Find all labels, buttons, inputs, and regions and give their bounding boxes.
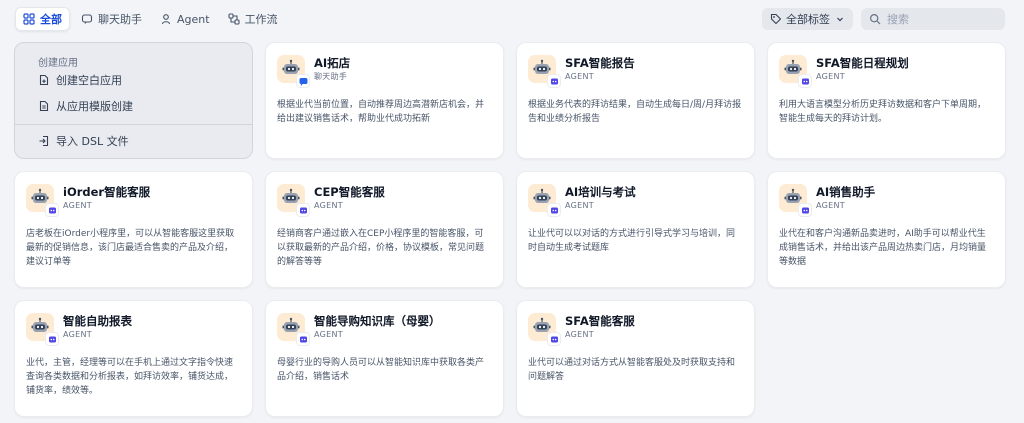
app-card[interactable]: SFA智能报告 AGENT 根据业务代表的拜访结果，自动生成每日/周/月拜访报告… xyxy=(516,42,755,159)
option-label: 从应用模版创建 xyxy=(56,100,133,113)
tag-filter-label: 全部标签 xyxy=(786,13,830,26)
app-description: 母婴行业的导购人员可以从智能知识库中获取各类产品介绍，销售话术 xyxy=(277,358,485,382)
app-name: CEP智能客服 xyxy=(314,185,385,199)
template-icon xyxy=(38,100,50,112)
create-app-title: 创建应用 xyxy=(38,58,78,69)
option-label: 创建空白应用 xyxy=(56,74,122,87)
app-name: 智能自助报表 xyxy=(63,314,132,328)
avatar xyxy=(528,55,560,87)
tab-all[interactable]: 全部 xyxy=(15,7,70,31)
app-type: AGENT xyxy=(565,72,594,81)
app-type: AGENT xyxy=(314,330,343,339)
app-name: SFA智能客服 xyxy=(565,314,635,328)
app-type: AGENT xyxy=(314,201,343,210)
app-card[interactable]: 智能导购知识库（母婴） AGENT 母婴行业的导购人员可以从智能知识库中获取各类… xyxy=(265,300,504,417)
app-description: 业代，主管，经理等可以在手机上通过文字指令快速查询各类数据和分析报表，如拜访效率… xyxy=(26,358,234,396)
app-card[interactable]: AI销售助手 AGENT 业代在和客户沟通新品卖进时，AI助手可以帮业代生成销售… xyxy=(767,171,1006,288)
agent-badge-icon xyxy=(799,75,811,87)
tab-label: 聊天助手 xyxy=(98,13,142,26)
app-description: 根据业代当前位置，自动推荐周边高潜新店机会，并给出建议销售话术，帮助业代成功拓新 xyxy=(277,100,485,124)
grid-icon xyxy=(23,13,35,25)
avatar xyxy=(277,184,309,216)
search-icon xyxy=(869,13,881,25)
chevron-down-icon xyxy=(835,14,845,24)
agent-badge-icon xyxy=(799,204,811,216)
app-type: AGENT xyxy=(816,201,845,210)
tag-icon xyxy=(770,13,782,25)
create-app-panel: 创建应用 创建空白应用 从应用模版创建 导入 DSL 文件 xyxy=(14,42,253,159)
avatar xyxy=(779,184,811,216)
app-description: 店老板在iOrder小程序里，可以从智能客服这里获取最新的促销信息，该门店最适合… xyxy=(26,229,235,267)
workflow-icon xyxy=(228,13,240,25)
app-card[interactable]: AI拓店 聊天助手 根据业代当前位置，自动推荐周边高潜新店机会，并给出建议销售话… xyxy=(265,42,504,159)
avatar xyxy=(26,184,58,216)
app-card[interactable]: iOrder智能客服 AGENT 店老板在iOrder小程序里，可以从智能客服这… xyxy=(14,171,253,288)
agent-badge-icon xyxy=(297,204,309,216)
app-name: AI拓店 xyxy=(314,56,351,70)
search-input[interactable] xyxy=(887,12,997,26)
avatar xyxy=(528,313,560,345)
app-name: SFA智能日程规划 xyxy=(816,56,909,70)
app-card[interactable]: SFA智能日程规划 AGENT 利用大语言模型分析历史拜访数据和客户下单周期，智… xyxy=(767,42,1006,159)
app-description: 业代可以通过对话方式从智能客服处及时获取支持和问题解答 xyxy=(528,358,736,382)
app-type: AGENT xyxy=(816,72,845,81)
option-label: 导入 DSL 文件 xyxy=(56,135,129,148)
app-type: AGENT xyxy=(565,201,594,210)
chat-icon xyxy=(81,13,93,25)
app-type: 聊天助手 xyxy=(314,72,348,81)
app-name: AI培训与考试 xyxy=(565,185,636,199)
tab-agent[interactable]: Agent xyxy=(153,7,217,31)
avatar xyxy=(528,184,560,216)
agent-icon xyxy=(160,13,172,25)
avatar xyxy=(779,55,811,87)
app-description: 根据业务代表的拜访结果，自动生成每日/周/月拜访报告和业绩分析报告 xyxy=(528,100,742,124)
agent-badge-icon xyxy=(548,204,560,216)
app-type: AGENT xyxy=(63,330,92,339)
app-name: AI销售助手 xyxy=(816,185,876,199)
divider xyxy=(15,124,252,125)
agent-badge-icon xyxy=(548,75,560,87)
tab-label: 全部 xyxy=(40,13,62,26)
app-name: 智能导购知识库（母婴） xyxy=(314,314,441,328)
search-box[interactable] xyxy=(861,8,1005,30)
tab-label: 工作流 xyxy=(244,13,278,26)
app-description: 利用大语言模型分析历史拜访数据和客户下单周期，智能生成每天的拜访计划。 xyxy=(779,100,987,124)
agent-badge-icon xyxy=(548,333,560,345)
app-grid: 创建应用 创建空白应用 从应用模版创建 导入 DSL 文件 AI拓店 聊天助手 … xyxy=(14,42,1006,417)
app-card[interactable]: 智能自助报表 AGENT 业代，主管，经理等可以在手机上通过文字指令快速查询各类… xyxy=(14,300,253,417)
new-file-icon xyxy=(38,74,50,86)
import-icon xyxy=(38,135,50,147)
agent-badge-icon xyxy=(46,204,58,216)
avatar xyxy=(26,313,58,345)
app-type: AGENT xyxy=(63,201,92,210)
category-tabs: 全部 聊天助手 Agent 工作流 xyxy=(15,7,289,31)
chat-badge-icon xyxy=(297,75,309,87)
create-from-template-button[interactable]: 从应用模版创建 xyxy=(15,93,252,119)
top-bar: 全部 聊天助手 Agent 工作流 全部标签 xyxy=(0,0,1024,38)
import-dsl-button[interactable]: 导入 DSL 文件 xyxy=(15,128,252,154)
app-card[interactable]: AI培训与考试 AGENT 让业代可以以对话的方式进行引导式学习与培训，同时自动… xyxy=(516,171,755,288)
agent-badge-icon xyxy=(46,333,58,345)
app-name: iOrder智能客服 xyxy=(63,185,151,199)
avatar xyxy=(277,313,309,345)
avatar xyxy=(277,55,309,87)
tab-chat-assistant[interactable]: 聊天助手 xyxy=(74,7,149,31)
app-description: 业代在和客户沟通新品卖进时，AI助手可以帮业代生成销售话术，并给出该产品周边热卖… xyxy=(779,229,987,267)
tab-label: Agent xyxy=(177,12,210,26)
app-type: AGENT xyxy=(565,330,594,339)
app-card[interactable]: SFA智能客服 AGENT 业代可以通过对话方式从智能客服处及时获取支持和问题解… xyxy=(516,300,755,417)
create-blank-app-button[interactable]: 创建空白应用 xyxy=(15,67,252,93)
tag-filter-dropdown[interactable]: 全部标签 xyxy=(762,8,853,30)
tab-workflow[interactable]: 工作流 xyxy=(221,7,285,31)
app-name: SFA智能报告 xyxy=(565,56,635,70)
app-description: 经销商客户通过嵌入在CEP小程序里的智能客服，可以获取最新的产品介绍，价格，协议… xyxy=(277,229,485,267)
agent-badge-icon xyxy=(297,333,309,345)
app-description: 让业代可以以对话的方式进行引导式学习与培训，同时自动生成考试题库 xyxy=(528,229,736,253)
app-card[interactable]: CEP智能客服 AGENT 经销商客户通过嵌入在CEP小程序里的智能客服，可以获… xyxy=(265,171,504,288)
